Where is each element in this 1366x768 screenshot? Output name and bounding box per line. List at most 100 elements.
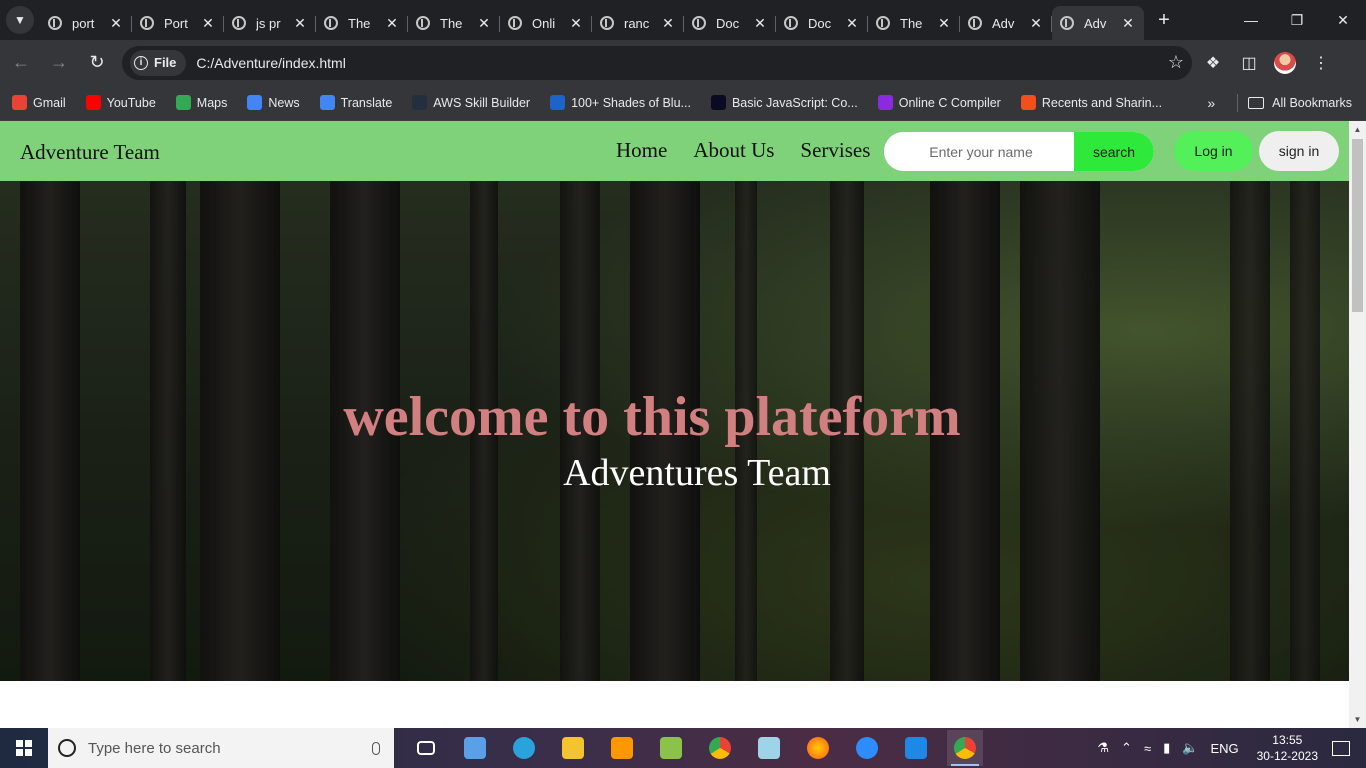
- browser-tab[interactable]: Adv ✕: [1052, 6, 1144, 40]
- side-panel-icon[interactable]: ◫: [1238, 52, 1260, 74]
- chrome-icon[interactable]: [702, 730, 738, 766]
- tab-search-button[interactable]: ▼: [6, 6, 34, 34]
- browser-tab[interactable]: The ✕: [408, 6, 500, 40]
- start-button[interactable]: [0, 728, 48, 768]
- browser-tab[interactable]: The ✕: [868, 6, 960, 40]
- wifi-icon[interactable]: ≈: [1144, 741, 1151, 756]
- scroll-down-icon[interactable]: ▼: [1349, 711, 1366, 728]
- restore-button[interactable]: ❐: [1274, 0, 1320, 40]
- taskbar-apps: [408, 730, 983, 766]
- close-window-button[interactable]: ✕: [1320, 0, 1366, 40]
- bookmark-item[interactable]: Maps: [175, 95, 227, 110]
- browser-tab[interactable]: Doc ✕: [776, 6, 868, 40]
- bookmark-favicon-icon: [710, 95, 726, 110]
- name-search-input[interactable]: [884, 132, 1074, 171]
- nav-about-link[interactable]: About Us: [693, 138, 774, 163]
- new-tab-button[interactable]: +: [1150, 6, 1178, 34]
- login-button[interactable]: Log in: [1174, 131, 1253, 171]
- tab-close-icon[interactable]: ✕: [660, 15, 676, 32]
- tab-close-icon[interactable]: ✕: [844, 15, 860, 32]
- people-icon[interactable]: ⚗: [1097, 740, 1109, 756]
- system-tray: ⚗ ⌃ ≈ ▮ 🔈 ENG 13:55 30-12-2023: [1097, 728, 1366, 768]
- bookmark-item[interactable]: Online C Compiler: [877, 95, 1001, 110]
- notification-icon[interactable]: [1332, 740, 1350, 756]
- more-bookmarks-icon[interactable]: »: [1207, 95, 1215, 111]
- browser-tab[interactable]: js pr ✕: [224, 6, 316, 40]
- tab-close-icon[interactable]: ✕: [1028, 15, 1044, 32]
- tab-close-icon[interactable]: ✕: [568, 15, 584, 32]
- nav-home-link[interactable]: Home: [616, 138, 667, 163]
- hero-title: welcome to this plateform: [343, 386, 961, 448]
- bookmark-favicon-icon: [412, 95, 428, 110]
- address-bar[interactable]: i File C:/Adventure/index.html ☆: [122, 45, 1192, 80]
- browser-tab[interactable]: Port ✕: [132, 6, 224, 40]
- bookmark-item[interactable]: Translate: [319, 95, 392, 110]
- forward-button[interactable]: →: [42, 46, 76, 80]
- laptop-app-icon[interactable]: [457, 730, 493, 766]
- tab-close-icon[interactable]: ✕: [108, 15, 124, 32]
- bookmark-item[interactable]: Gmail: [12, 95, 66, 110]
- bookmark-item[interactable]: AWS Skill Builder: [412, 95, 530, 110]
- chrome-active-icon[interactable]: [947, 730, 983, 766]
- telegram-icon[interactable]: [506, 730, 542, 766]
- profile-avatar[interactable]: [1274, 51, 1296, 74]
- notes-app-icon[interactable]: [751, 730, 787, 766]
- nav-services-link[interactable]: Servises: [800, 138, 870, 163]
- tab-close-icon[interactable]: ✕: [292, 15, 308, 32]
- chevron-up-icon[interactable]: ⌃: [1121, 740, 1132, 756]
- notepad-app-icon[interactable]: [653, 730, 689, 766]
- bookmark-star-icon[interactable]: ☆: [1168, 52, 1184, 73]
- task-view-icon[interactable]: [408, 730, 444, 766]
- bookmark-label: News: [268, 95, 300, 110]
- back-button[interactable]: ←: [4, 46, 38, 80]
- microphone-icon[interactable]: [372, 741, 380, 755]
- more-menu-icon[interactable]: ⋮: [1310, 52, 1332, 74]
- scroll-thumb[interactable]: [1352, 139, 1363, 312]
- tab-close-icon[interactable]: ✕: [1120, 15, 1136, 32]
- site-info-chip[interactable]: i File: [130, 49, 187, 76]
- bookmark-item[interactable]: Recents and Sharin...: [1020, 95, 1162, 110]
- page-scrollbar[interactable]: ▲ ▼: [1349, 121, 1366, 728]
- vscode-icon[interactable]: [898, 730, 934, 766]
- bookmark-favicon-icon: [12, 95, 27, 110]
- tab-close-icon[interactable]: ✕: [936, 15, 952, 32]
- globe-icon: [416, 16, 430, 30]
- url-text[interactable]: C:/Adventure/index.html: [196, 55, 345, 71]
- extensions-icon[interactable]: ❖: [1202, 52, 1224, 74]
- tab-close-icon[interactable]: ✕: [752, 15, 768, 32]
- browser-tab[interactable]: Adv ✕: [960, 6, 1052, 40]
- clock[interactable]: 13:55 30-12-2023: [1257, 732, 1318, 764]
- scroll-up-icon[interactable]: ▲: [1349, 121, 1366, 138]
- sublime-text-icon[interactable]: [604, 730, 640, 766]
- signin-button[interactable]: sign in: [1259, 131, 1339, 171]
- bookmark-item[interactable]: Basic JavaScript: Co...: [710, 95, 858, 110]
- page-viewport: Adventure Team Home About Us Servises se…: [0, 121, 1366, 728]
- all-bookmarks-link[interactable]: All Bookmarks: [1272, 96, 1352, 110]
- search-button[interactable]: search: [1074, 132, 1154, 171]
- brand-logo[interactable]: Adventure Team: [20, 140, 160, 165]
- tab-title: Doc: [716, 15, 740, 31]
- bookmark-item[interactable]: YouTube: [85, 95, 156, 110]
- taskbar-search[interactable]: Type here to search: [48, 728, 394, 768]
- battery-icon[interactable]: ▮: [1163, 740, 1170, 756]
- language-indicator[interactable]: ENG: [1210, 741, 1238, 756]
- zoom-icon[interactable]: [849, 730, 885, 766]
- tab-close-icon[interactable]: ✕: [384, 15, 400, 32]
- minimize-button[interactable]: —: [1228, 0, 1274, 40]
- volume-icon[interactable]: 🔈: [1182, 740, 1198, 756]
- bookmark-item[interactable]: News: [247, 95, 300, 110]
- browser-tab[interactable]: Doc ✕: [684, 6, 776, 40]
- globe-icon: [1060, 16, 1074, 30]
- bookmark-item[interactable]: 100+ Shades of Blu...: [550, 95, 691, 110]
- firefox-icon[interactable]: [800, 730, 836, 766]
- browser-tab[interactable]: The ✕: [316, 6, 408, 40]
- browser-tab[interactable]: Onli ✕: [500, 6, 592, 40]
- browser-tab[interactable]: ranc ✕: [592, 6, 684, 40]
- reload-button[interactable]: ↻: [80, 46, 114, 80]
- tab-title: Onli: [532, 15, 556, 31]
- tab-close-icon[interactable]: ✕: [476, 15, 492, 32]
- arrow-left-icon: ←: [12, 52, 30, 72]
- tab-close-icon[interactable]: ✕: [200, 15, 216, 32]
- file-explorer-icon[interactable]: [555, 730, 591, 766]
- browser-tab[interactable]: port ✕: [40, 6, 132, 40]
